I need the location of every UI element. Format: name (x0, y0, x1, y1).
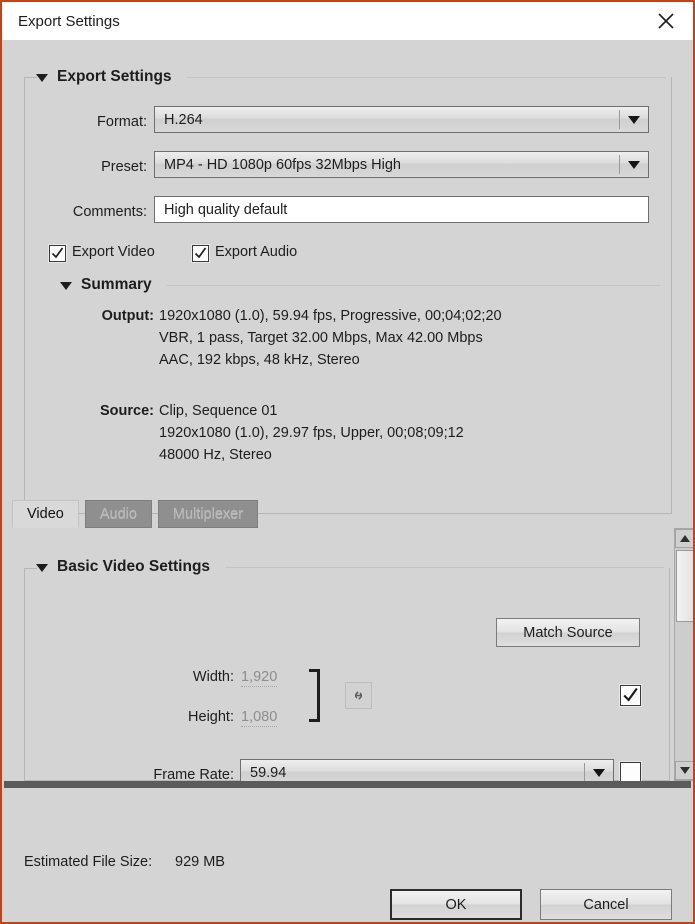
export-audio-label: Export Audio (215, 244, 298, 260)
close-icon[interactable] (649, 6, 683, 36)
chevron-down-icon (620, 152, 648, 177)
chain-link-icon[interactable] (345, 682, 372, 709)
output-key: Output: (101, 308, 154, 324)
ok-button[interactable]: OK (390, 889, 522, 920)
basic-video-settings-group (24, 568, 670, 781)
export-settings-group (24, 77, 672, 514)
frame-rate-combobox[interactable]: 59.94 (240, 759, 614, 781)
source-line: Clip, Sequence 01 (159, 403, 278, 419)
group-rule (186, 76, 666, 78)
source-line: 1920x1080 (1.0), 29.97 fps, Upper, 00;08… (159, 425, 464, 441)
comments-value: High quality default (164, 201, 288, 218)
match-source-button[interactable]: Match Source (496, 618, 640, 647)
output-line: AAC, 192 kbps, 48 kHz, Stereo (159, 352, 360, 368)
triangle-up-icon (679, 535, 690, 542)
cancel-label: Cancel (583, 896, 629, 913)
title-bar: Export Settings (2, 2, 693, 40)
width-value[interactable]: 1,920 (241, 669, 278, 687)
width-label: Width: (192, 669, 234, 685)
tab-audio-label: Audio (99, 506, 137, 522)
tab-video[interactable]: Video (12, 500, 79, 528)
preset-label: Preset: (101, 159, 147, 175)
dialog-footer: Estimated File Size: 929 MB OK Cancel (2, 788, 693, 922)
settings-tabs: Video Audio Multiplexer (12, 500, 259, 528)
group-rule (225, 566, 664, 568)
export-settings-group-header[interactable]: Export Settings (36, 68, 666, 86)
height-value[interactable]: 1,080 (241, 709, 278, 727)
tab-multiplexer-label: Multiplexer (172, 506, 244, 522)
frame-rate-value: 59.94 (250, 764, 287, 781)
export-settings-group-title: Export Settings (57, 68, 172, 85)
source-line: 48000 Hz, Stereo (159, 447, 272, 463)
scroll-down-button[interactable] (675, 761, 693, 780)
triangle-down-icon (36, 564, 48, 572)
frame-rate-label: Frame Rate: (153, 767, 234, 781)
height-label: Height: (188, 709, 234, 725)
summary-group-title: Summary (81, 276, 152, 293)
aspect-lock-checkbox[interactable] (620, 685, 641, 706)
dialog-body: Export Settings Format: H.264 Preset: MP… (2, 40, 693, 922)
export-video-checkbox[interactable] (49, 245, 66, 262)
triangle-down-icon (60, 282, 72, 290)
format-value: H.264 (164, 111, 203, 128)
comments-label: Comments: (72, 204, 147, 220)
source-key: Source: (100, 403, 154, 419)
vertical-scrollbar[interactable] (674, 528, 693, 781)
export-settings-dialog: Export Settings Export Settings Format: … (0, 0, 695, 924)
cancel-button[interactable]: Cancel (540, 889, 672, 920)
format-label: Format: (97, 114, 147, 130)
tab-video-label: Video (27, 506, 64, 522)
scroll-up-button[interactable] (675, 529, 693, 548)
tab-audio[interactable]: Audio (84, 500, 152, 528)
format-combobox[interactable]: H.264 (154, 106, 649, 133)
basic-video-settings-header[interactable]: Basic Video Settings (36, 558, 664, 576)
estimated-file-size-value: 929 MB (175, 854, 225, 870)
scrollbar-thumb[interactable] (676, 550, 693, 622)
output-line: 1920x1080 (1.0), 59.94 fps, Progressive,… (159, 308, 502, 324)
group-rule (166, 284, 660, 286)
chevron-down-icon (620, 107, 648, 132)
tab-multiplexer[interactable]: Multiplexer (157, 500, 259, 528)
window-title: Export Settings (18, 12, 120, 30)
triangle-down-icon (36, 74, 48, 82)
video-settings-scrollpane: Basic Video Settings Match Source Width:… (4, 528, 693, 781)
match-source-label: Match Source (523, 624, 613, 641)
dimension-link-bracket (309, 669, 320, 722)
comments-input[interactable]: High quality default (154, 196, 649, 223)
preset-value: MP4 - HD 1080p 60fps 32Mbps High (164, 156, 401, 173)
basic-video-settings-title: Basic Video Settings (57, 558, 211, 575)
output-line: VBR, 1 pass, Target 32.00 Mbps, Max 42.0… (159, 330, 483, 346)
estimated-file-size-label: Estimated File Size: (24, 854, 153, 870)
chevron-down-icon (585, 760, 613, 781)
preset-combobox[interactable]: MP4 - HD 1080p 60fps 32Mbps High (154, 151, 649, 178)
frame-rate-checkbox[interactable] (620, 762, 641, 781)
summary-group-header[interactable]: Summary (60, 276, 660, 294)
export-video-label: Export Video (72, 244, 155, 260)
ok-label: OK (445, 896, 467, 913)
triangle-down-icon (679, 767, 690, 774)
export-audio-checkbox[interactable] (192, 245, 209, 262)
